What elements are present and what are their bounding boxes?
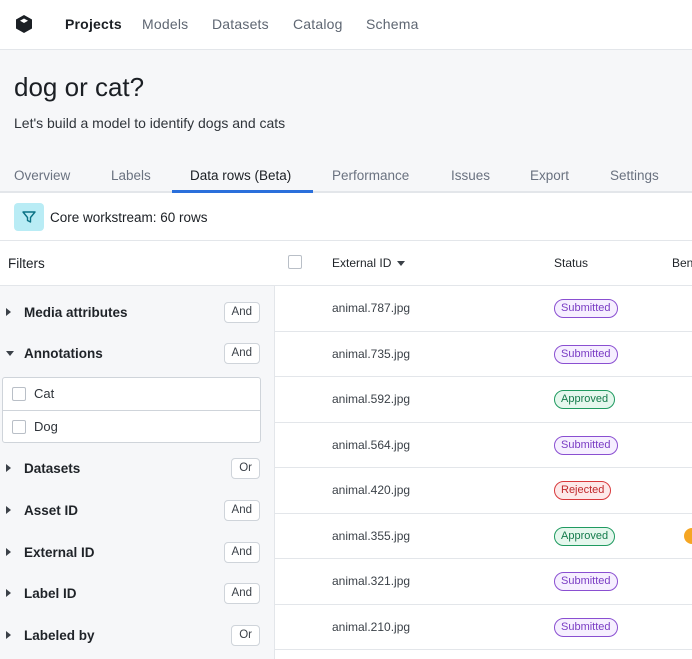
filters-title: Filters (8, 256, 45, 271)
tab-settings[interactable]: Settings (610, 168, 659, 183)
column-header-benchmark[interactable]: Ben (672, 256, 692, 270)
annotation-options: Cat Dog (2, 377, 261, 443)
filter-group-label: Asset ID (24, 503, 79, 518)
tab-data-rows[interactable]: Data rows (Beta) (190, 168, 291, 183)
filter-operator-toggle[interactable]: And (223, 302, 260, 323)
column-header-label: External ID (332, 256, 392, 270)
filter-group-labeled-by[interactable]: Labeled by Or (0, 619, 274, 653)
data-rows-table: External ID Status Ben animal.787.jpg Sub… (275, 241, 692, 659)
status-badge: Rejected (554, 481, 612, 500)
page-title: dog or cat? (14, 72, 145, 102)
tab-labels[interactable]: Labels (111, 168, 151, 183)
filter-group-asset-id[interactable]: Asset ID And (0, 494, 274, 528)
filter-group-label: External ID (24, 545, 95, 560)
filter-group-label: Media attributes (24, 305, 128, 320)
checkbox[interactable] (12, 420, 26, 434)
filter-operator-toggle[interactable]: And (223, 542, 260, 563)
top-navigation: Projects Models Datasets Catalog Schema (0, 0, 692, 50)
nav-projects[interactable]: Projects (65, 16, 122, 32)
table-row[interactable]: animal.420.jpg Rejected (275, 468, 692, 514)
project-header: dog or cat? Let's build a model to ident… (0, 50, 692, 193)
filter-toggle-button[interactable] (14, 203, 44, 231)
external-id-cell: animal.564.jpg (332, 437, 411, 452)
table-row[interactable]: animal.787.jpg Submitted (275, 286, 692, 332)
filter-operator-toggle[interactable]: And (223, 583, 260, 604)
nav-schema[interactable]: Schema (366, 16, 419, 32)
table-row[interactable]: animal.321.jpg Submitted (275, 559, 692, 605)
filters-header: Filters (0, 241, 275, 286)
filter-group-external-id[interactable]: External ID And (0, 536, 274, 570)
table-row[interactable]: animal.355.jpg Approved (275, 514, 692, 559)
chevron-right-icon (6, 548, 11, 556)
filter-group-label: Labeled by (24, 628, 95, 643)
external-id-cell: animal.210.jpg (332, 619, 411, 634)
column-header-status[interactable]: Status (554, 256, 588, 270)
table-row[interactable]: animal.564.jpg Submitted (275, 423, 692, 468)
external-id-cell: animal.355.jpg (332, 528, 411, 543)
chevron-right-icon (6, 464, 11, 472)
filter-operator-toggle[interactable]: And (223, 500, 260, 521)
project-description: Let's build a model to identify dogs and… (14, 115, 286, 131)
chevron-right-icon (6, 631, 11, 639)
sort-desc-icon[interactable] (397, 261, 406, 267)
filter-group-datasets[interactable]: Datasets Or (0, 452, 274, 486)
annotation-option-cat[interactable]: Cat (3, 378, 260, 410)
status-badge: Submitted (554, 572, 618, 591)
option-label: Dog (34, 419, 58, 434)
external-id-cell: animal.321.jpg (332, 574, 411, 588)
nav-models[interactable]: Models (142, 16, 188, 32)
status-badge: Submitted (554, 435, 618, 455)
filter-group-media-attributes[interactable]: Media attributes And (0, 296, 274, 330)
filter-operator-toggle[interactable]: And (223, 343, 260, 364)
external-id-cell: animal.420.jpg (332, 483, 411, 497)
nav-datasets[interactable]: Datasets (212, 16, 269, 32)
benchmark-star-icon[interactable] (684, 527, 692, 544)
chevron-right-icon (6, 506, 11, 514)
filter-group-label: Annotations (24, 346, 103, 361)
filter-group-label: Datasets (24, 461, 81, 476)
select-all-checkbox[interactable] (288, 255, 302, 269)
app-logo-icon[interactable] (16, 15, 32, 33)
chevron-right-icon (6, 308, 11, 316)
workstream-label: Core workstream: 60 rows (50, 210, 208, 225)
filter-operator-toggle[interactable]: Or (231, 458, 260, 479)
status-badge: Approved (554, 390, 616, 409)
status-badge: Submitted (554, 344, 618, 364)
filter-group-label-id[interactable]: Label ID And (0, 577, 274, 611)
tab-performance[interactable]: Performance (332, 168, 409, 183)
filters-panel: Filters Media attributes And Annotations… (0, 241, 275, 659)
filter-operator-toggle[interactable]: Or (231, 625, 260, 646)
option-label: Cat (34, 386, 55, 401)
status-badge: Submitted (554, 617, 618, 637)
external-id-cell: animal.735.jpg (332, 346, 411, 361)
table-header: External ID Status Ben (275, 241, 692, 286)
external-id-cell: animal.592.jpg (332, 392, 411, 406)
filter-group-label: Label ID (24, 586, 77, 601)
tab-export[interactable]: Export (530, 168, 569, 183)
filter-icon (22, 211, 36, 223)
filter-group-annotations[interactable]: Annotations And (0, 337, 274, 371)
table-row[interactable]: animal.592.jpg Approved (275, 377, 692, 423)
nav-catalog[interactable]: Catalog (293, 16, 343, 32)
chevron-down-icon (6, 351, 14, 356)
tab-overview[interactable]: Overview (14, 168, 70, 183)
annotation-option-dog[interactable]: Dog (3, 410, 260, 442)
checkbox[interactable] (12, 387, 26, 401)
external-id-cell: animal.787.jpg (332, 301, 411, 315)
status-badge: Submitted (554, 299, 618, 318)
tab-issues[interactable]: Issues (451, 168, 490, 183)
chevron-right-icon (6, 589, 11, 597)
table-row[interactable]: animal.210.jpg Submitted (275, 605, 692, 650)
table-row[interactable]: animal.735.jpg Submitted (275, 332, 692, 377)
column-header-external-id[interactable]: External ID (332, 256, 406, 270)
workstream-bar: Core workstream: 60 rows (0, 193, 692, 241)
status-badge: Approved (554, 526, 616, 546)
